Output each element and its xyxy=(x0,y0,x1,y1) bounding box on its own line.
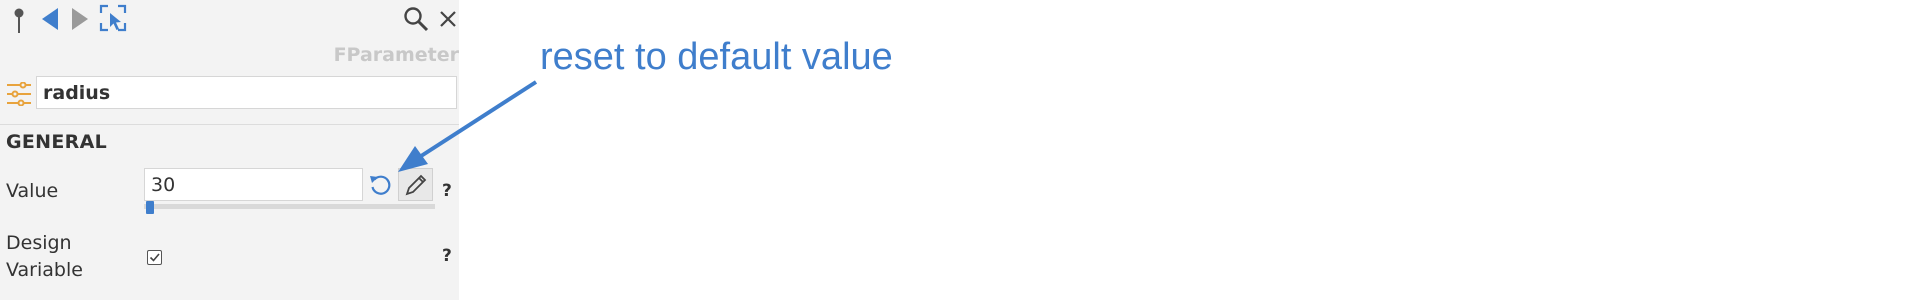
annotation-arrow xyxy=(398,80,538,172)
